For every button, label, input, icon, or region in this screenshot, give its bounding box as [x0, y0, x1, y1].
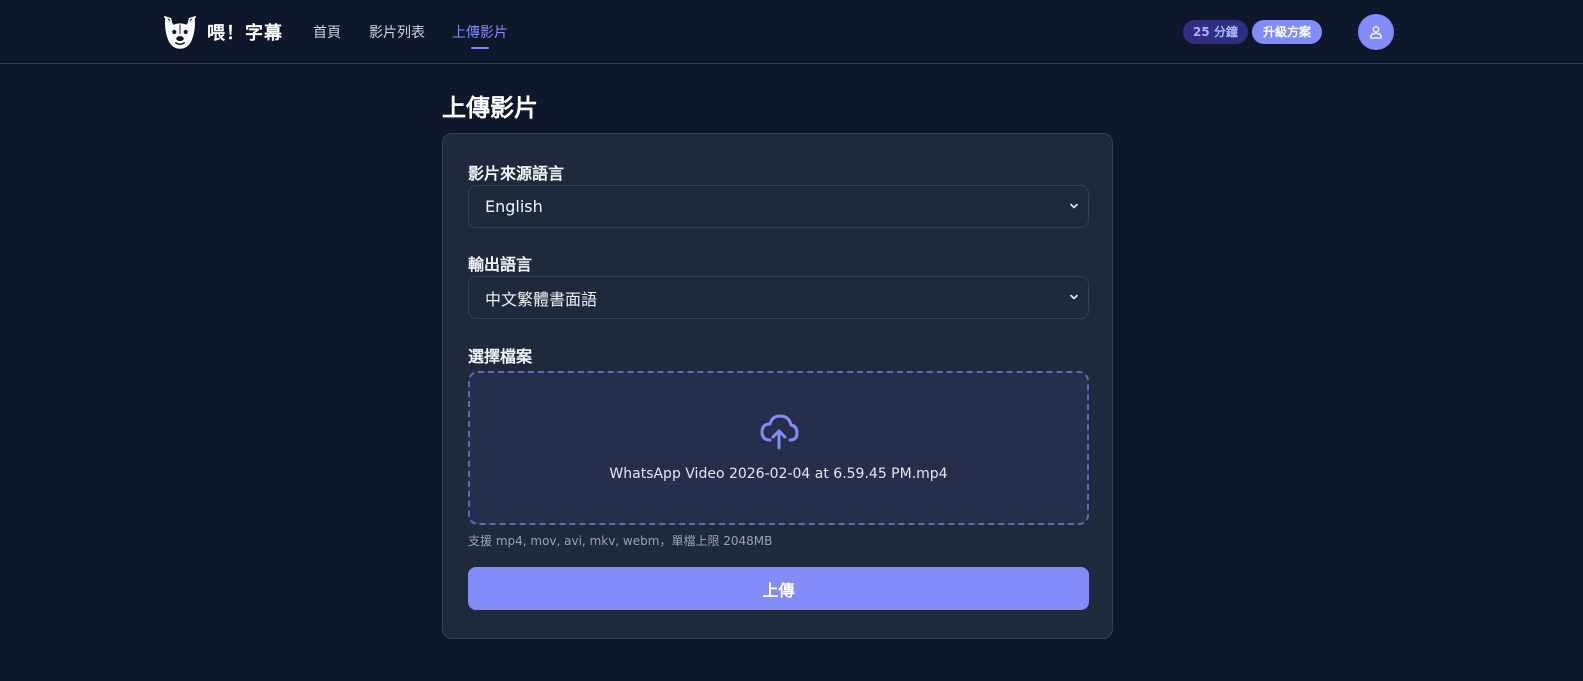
user-icon — [1369, 26, 1383, 39]
top-navbar: 喂！字幕 首頁 影片列表 上傳影片 25 分鐘 升級方案 — [0, 0, 1583, 64]
source-language-select[interactable]: English — [468, 185, 1089, 228]
file-dropzone[interactable]: WhatsApp Video 2026-02-04 at 6.59.45 PM.… — [468, 371, 1089, 525]
file-select-label: 選擇檔案 — [468, 347, 533, 366]
bulldog-logo-icon — [164, 16, 196, 49]
nav-video-list[interactable]: 影片列表 — [369, 22, 425, 42]
user-avatar[interactable] — [1358, 14, 1394, 50]
upgrade-plan-button[interactable]: 升級方案 — [1252, 20, 1323, 44]
source-language-value: English — [485, 197, 543, 216]
active-nav-indicator — [471, 47, 489, 49]
nav-home[interactable]: 首頁 — [313, 22, 341, 42]
output-language-value: 中文繁體書面語 — [485, 289, 598, 309]
source-language-label: 影片來源語言 — [468, 164, 565, 183]
chevron-down-icon — [1070, 203, 1078, 209]
brand[interactable]: 喂！字幕 — [161, 13, 283, 51]
nav-upload-video[interactable]: 上傳影片 — [452, 22, 508, 42]
page-title: 上傳影片 — [442, 94, 538, 122]
cloud-upload-icon — [760, 414, 799, 450]
file-format-hint: 支援 mp4, mov, avi, mkv, webm，單檔上限 2048MB — [468, 534, 773, 548]
upload-button[interactable]: 上傳 — [468, 567, 1089, 610]
upload-form-card: 影片來源語言 English 輸出語言 中文繁體書面語 選擇檔案 WhatsAp… — [442, 133, 1113, 639]
output-language-label: 輸出語言 — [468, 255, 533, 274]
output-language-select[interactable]: 中文繁體書面語 — [468, 276, 1089, 319]
selected-file-name: WhatsApp Video 2026-02-04 at 6.59.45 PM.… — [609, 466, 948, 482]
minutes-remaining-badge: 25 分鐘 — [1183, 20, 1248, 44]
chevron-down-icon — [1070, 294, 1078, 300]
brand-name: 喂！字幕 — [207, 23, 283, 44]
